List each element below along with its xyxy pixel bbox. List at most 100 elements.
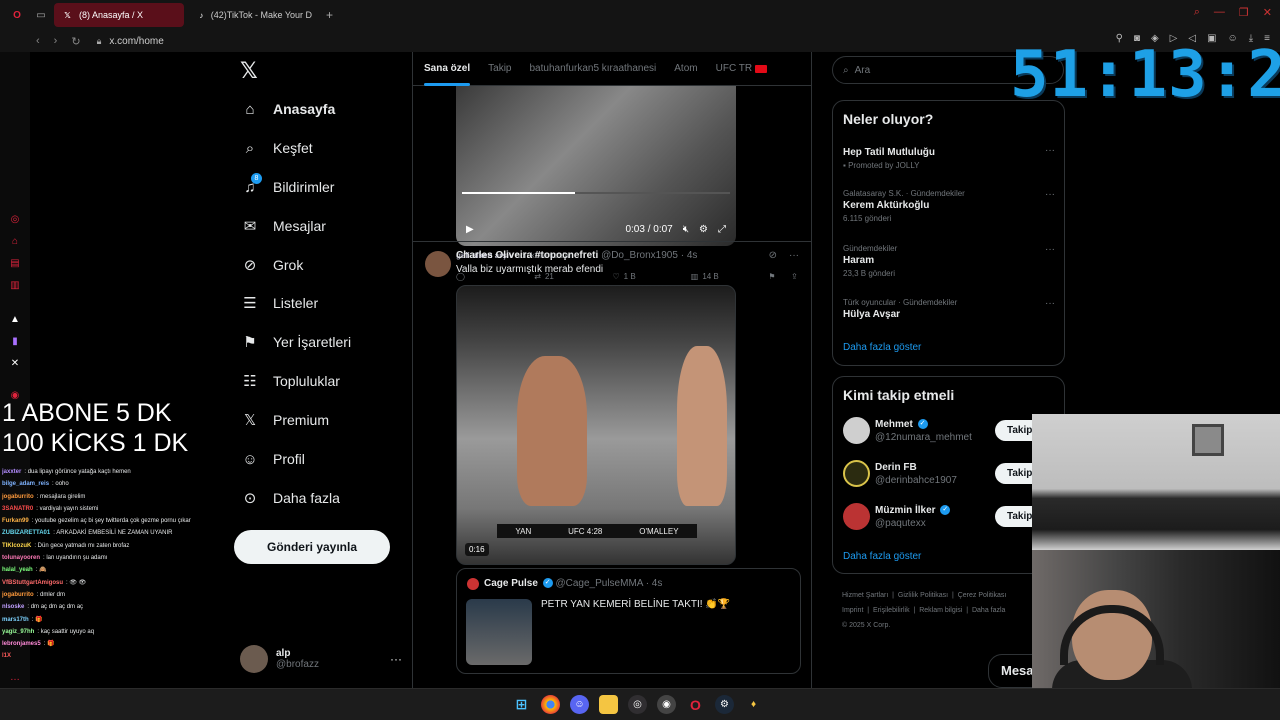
author-handle[interactable]: @Do_Bronx1905	[601, 250, 678, 261]
chat-username[interactable]: TIKlcozuK	[2, 543, 31, 549]
nav-explore[interactable]: ⌕ Keşfet	[240, 138, 313, 158]
search-tabs-icon[interactable]: ⌕	[1194, 6, 1200, 19]
nav-lists[interactable]: ☰ Listeler	[240, 293, 318, 313]
twitch-icon[interactable]: ▮	[9, 336, 21, 348]
more-icon[interactable]: …	[9, 672, 21, 684]
mute-icon[interactable]: 🔇︎	[683, 224, 689, 235]
nav-home[interactable]: ⌂ Anasayfa	[240, 99, 335, 119]
post-time[interactable]: · 4s	[681, 250, 698, 261]
footer-terms[interactable]: Hizmet Şartları	[842, 592, 888, 599]
tab-tiktok[interactable]: ♪ (42)TikTok - Make Your D	[190, 3, 320, 27]
chat-username[interactable]: yagiz_97hh	[2, 629, 34, 635]
tab-atom[interactable]: Atom	[674, 52, 697, 86]
footer-ads-info[interactable]: Reklam bilgisi	[919, 607, 962, 614]
opera-logo-icon[interactable]: O	[10, 8, 24, 22]
windows-start-icon[interactable]: ⊞	[512, 695, 531, 714]
follow-suggestion[interactable]: Mehmet ✓ @12numara_mehmet Takip	[843, 417, 1063, 445]
tab-ufc-tr[interactable]: UFC TR	[716, 52, 768, 86]
play-icon[interactable]: ▶	[466, 224, 474, 235]
calendar-icon[interactable]: ▤	[9, 258, 21, 270]
tab-following[interactable]: Takip	[488, 52, 511, 86]
settings-icon[interactable]: ⚙	[699, 224, 708, 235]
views-button[interactable]: ▥ 14 B	[691, 272, 769, 281]
ellipsis-icon[interactable]: ···	[1045, 189, 1055, 200]
chat-username[interactable]: lebronjames5	[2, 641, 41, 647]
nav-grok[interactable]: ⊘ Grok	[240, 255, 304, 275]
footer-privacy[interactable]: Gizlilik Politikası	[898, 592, 948, 599]
obs-icon[interactable]: ◎	[628, 695, 647, 714]
follow-suggestion[interactable]: Müzmin İlker ✓ @paqutexx Takip	[843, 503, 1063, 531]
workspaces-icon[interactable]: ▭	[34, 8, 48, 22]
grok-icon[interactable]: ⊘	[769, 250, 777, 261]
bag-icon[interactable]: ⌂	[9, 236, 21, 248]
ellipsis-icon[interactable]: ···	[1045, 298, 1055, 309]
aria-icon[interactable]: ◎	[9, 214, 21, 226]
nav-premium[interactable]: 𝕏 Premium	[240, 410, 329, 430]
video-progress[interactable]	[462, 192, 730, 194]
opera-icon[interactable]: O	[686, 695, 705, 714]
url-field[interactable]: x.com/home	[109, 36, 163, 47]
close-icon[interactable]: ✕	[1263, 6, 1272, 19]
chat-username[interactable]: VfBStuttgartAmigosu	[2, 580, 63, 586]
reload-icon[interactable]: ↻	[71, 35, 80, 48]
ellipsis-icon[interactable]: ···	[1045, 145, 1055, 156]
news-icon[interactable]: ▥	[9, 280, 21, 292]
chat-username[interactable]: halal_yeah	[2, 567, 33, 573]
ellipsis-icon[interactable]: ···	[789, 250, 799, 261]
tab-for-you[interactable]: Sana özel	[424, 52, 471, 86]
video-player[interactable]: YAN UFC 4:28 O'MALLEY 0:16	[456, 285, 736, 565]
bookmark-button[interactable]: ⚑	[769, 272, 791, 281]
chat-username[interactable]: ZUBIZARETTA01	[2, 530, 50, 536]
steam-icon[interactable]: ⚙	[715, 695, 734, 714]
trends-show-more-link[interactable]: Daha fazla göster	[843, 342, 921, 353]
trend-item[interactable]: Hep Tatil Mutluluğu ▪ Promoted by JOLLY …	[843, 145, 1055, 170]
nav-bookmarks[interactable]: ⚑ Yer İşaretleri	[240, 332, 351, 352]
follow-suggestion[interactable]: Derin FB @derinbahce1907 Takip	[843, 460, 1063, 488]
footer-more[interactable]: Daha fazla	[972, 607, 1005, 614]
account-switcher[interactable]: alp @brofazz ···	[240, 644, 402, 674]
video-player[interactable]: ▶ 0:03 / 0:07 🔇︎ ⚙ ⤢	[456, 86, 736, 246]
footer-imprint[interactable]: Imprint	[842, 607, 863, 614]
nav-messages[interactable]: ✉ Mesajlar	[240, 216, 326, 236]
maximize-icon[interactable]: ❐	[1239, 6, 1249, 19]
chat-username[interactable]: bilge_adam_reis	[2, 481, 49, 487]
trend-item[interactable]: Türk oyuncular · Gündemdekiler Hülya Avş…	[843, 298, 1055, 320]
minimize-icon[interactable]: —	[1214, 6, 1225, 19]
x-side-icon[interactable]: ✕	[9, 358, 21, 370]
follow-show-more-link[interactable]: Daha fazla göster	[843, 551, 921, 562]
tab-x-home[interactable]: 𝕏 (8) Anasayfa / X	[54, 3, 184, 27]
file-explorer-icon[interactable]	[599, 695, 618, 714]
nav-profile[interactable]: ☺ Profil	[240, 449, 305, 469]
x-logo-icon[interactable]: 𝕏	[240, 58, 258, 84]
chat-username[interactable]: jaxxter	[2, 469, 21, 475]
app-icon[interactable]: ◉	[657, 695, 676, 714]
chrome-icon[interactable]	[541, 695, 560, 714]
discord-icon[interactable]: ☺	[570, 695, 589, 714]
author-name[interactable]: Charles Oliveira #topoçnefreti	[456, 250, 598, 261]
back-icon[interactable]: ‹	[36, 35, 40, 47]
chat-username[interactable]: jogaburrito	[2, 494, 34, 500]
triangle-icon[interactable]: ▲	[9, 314, 21, 326]
nav-communities[interactable]: ☷ Topluluklar	[240, 371, 340, 391]
post-button[interactable]: Gönderi yayınla	[234, 530, 390, 564]
chat-username[interactable]: jogaburrito	[2, 592, 34, 598]
nav-notifications[interactable]: ♫ 8 Bildirimler	[240, 173, 334, 197]
trend-item[interactable]: Galatasaray S.K. · Gündemdekiler Kerem A…	[843, 189, 1055, 223]
quoted-post[interactable]: Cage Pulse ✓ @Cage_PulseMMA · 4s PETR YA…	[456, 568, 801, 674]
like-button[interactable]: ♡ 1 B	[613, 272, 691, 281]
new-tab-button[interactable]: +	[326, 8, 333, 22]
lock-icon[interactable]: 🔒︎	[97, 36, 102, 47]
chat-username[interactable]: 3SANATR0	[2, 506, 33, 512]
tab-list-kiraathanesi[interactable]: batuhanfurkan5 kıraathanesi	[530, 52, 657, 86]
chat-username[interactable]: tolunayooren	[2, 555, 40, 561]
chat-username[interactable]: nlsoske	[2, 604, 24, 610]
chat-username[interactable]: mars17th	[2, 617, 29, 623]
ellipsis-icon[interactable]: ···	[1045, 244, 1055, 255]
forward-icon[interactable]: ›	[54, 35, 58, 47]
game-launcher-icon[interactable]: ♦	[744, 695, 763, 714]
fullscreen-icon[interactable]: ⤢	[718, 224, 726, 235]
chat-username[interactable]: Furkan99	[2, 518, 29, 524]
chat-username[interactable]: l1X	[2, 653, 11, 659]
avatar[interactable]	[425, 251, 451, 277]
trend-item[interactable]: Gündemdekiler Haram 23,3 B gönderi ···	[843, 244, 1055, 278]
